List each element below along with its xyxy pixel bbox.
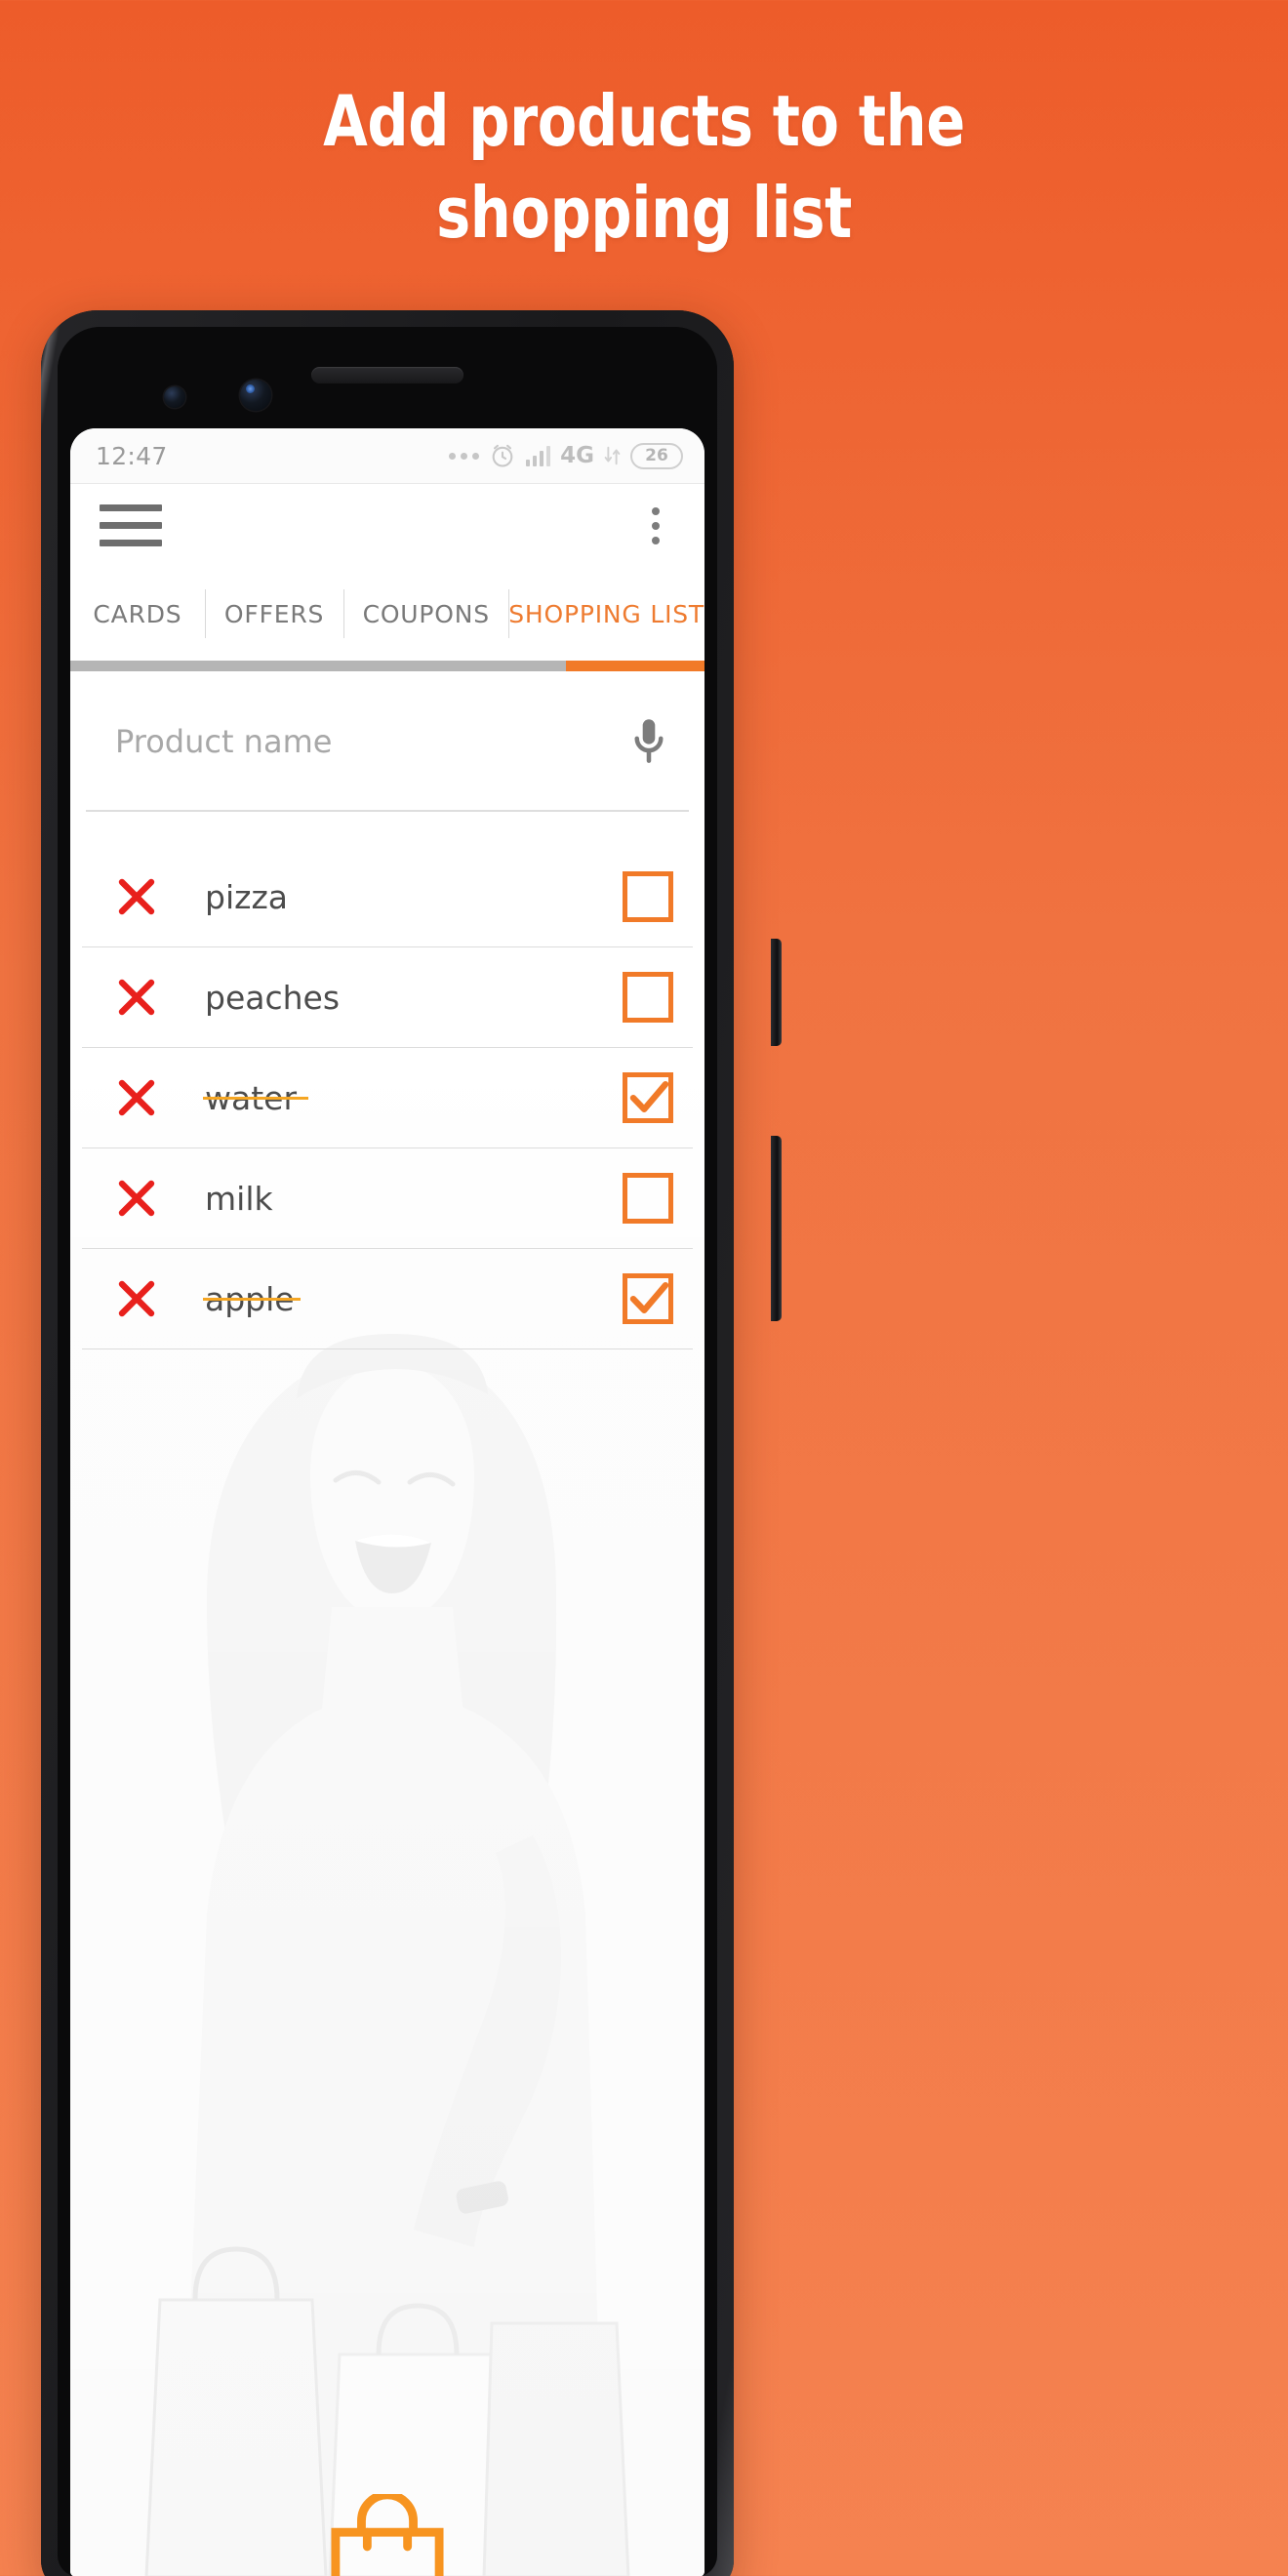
tab-offers[interactable]: OFFERS xyxy=(205,600,343,628)
phone-screen: 12:47 4G 26 CARDS OFFERS COUPONS SHOPPIN… xyxy=(70,428,704,2576)
list-item-checkbox[interactable] xyxy=(623,972,673,1023)
headline-line-2: shopping list xyxy=(436,172,852,254)
volume-button[interactable] xyxy=(771,1136,782,1321)
product-name-input[interactable]: Product name xyxy=(115,723,621,760)
list-item[interactable]: peaches xyxy=(70,947,704,1047)
shopping-list: pizza peaches water milk apple xyxy=(70,812,704,1349)
list-item-label: apple xyxy=(185,1280,623,1318)
delete-x-icon[interactable] xyxy=(113,1175,185,1222)
product-name-input-row[interactable]: Product name xyxy=(70,671,704,812)
app-bar xyxy=(70,483,704,567)
phone-device: 12:47 4G 26 CARDS OFFERS COUPONS SHOPPIN… xyxy=(41,310,782,2576)
list-divider xyxy=(82,1348,693,1349)
list-item[interactable]: water xyxy=(70,1048,704,1147)
shopping-bag-icon[interactable] xyxy=(330,2490,445,2576)
list-item[interactable]: milk xyxy=(70,1148,704,1248)
power-button[interactable] xyxy=(771,939,782,1046)
list-item-label: water xyxy=(185,1079,623,1117)
tab-shopping-list[interactable]: SHOPPING LIST xyxy=(508,600,704,628)
list-item-checkbox[interactable] xyxy=(623,1173,673,1224)
delete-x-icon[interactable] xyxy=(113,1074,185,1121)
status-bar: 12:47 4G 26 xyxy=(70,428,704,483)
tab-active-indicator xyxy=(566,661,704,671)
list-item-label: pizza xyxy=(205,877,288,916)
list-item-checkbox[interactable] xyxy=(623,1072,673,1123)
headline-line-1: Add products to the xyxy=(323,80,965,162)
signal-bars-icon xyxy=(525,445,551,466)
list-item-checkbox[interactable] xyxy=(623,1273,673,1324)
tab-cards[interactable]: CARDS xyxy=(70,600,205,628)
sensor-icon xyxy=(164,386,185,408)
earpiece-speaker xyxy=(311,367,463,383)
hamburger-menu-icon[interactable] xyxy=(100,504,162,546)
list-item-checkbox[interactable] xyxy=(623,871,673,922)
list-item-label: milk xyxy=(205,1179,273,1218)
battery-level-label: 26 xyxy=(645,446,668,465)
list-item[interactable]: pizza xyxy=(70,847,704,946)
tab-indicator-track xyxy=(70,661,704,671)
phone-top-sensors xyxy=(58,327,717,428)
page-title: Add products to the shopping list xyxy=(116,86,1172,248)
status-bar-time: 12:47 xyxy=(96,441,168,470)
delete-x-icon[interactable] xyxy=(113,974,185,1021)
network-type-label: 4G xyxy=(560,443,594,468)
data-transfer-icon xyxy=(604,445,621,466)
phone-bezel: 12:47 4G 26 CARDS OFFERS COUPONS SHOPPIN… xyxy=(58,327,717,2576)
checkmark-icon xyxy=(625,1274,672,1326)
battery-indicator: 26 xyxy=(630,442,683,469)
alarm-clock-icon xyxy=(489,442,516,469)
tab-coupons[interactable]: COUPONS xyxy=(343,600,508,628)
list-item-label: peaches xyxy=(205,978,341,1017)
delete-x-icon[interactable] xyxy=(113,873,185,920)
delete-x-icon[interactable] xyxy=(113,1275,185,1322)
status-bar-icons: 4G 26 xyxy=(448,442,683,469)
list-item[interactable]: apple xyxy=(70,1249,704,1348)
front-camera-icon xyxy=(240,380,271,411)
microphone-icon[interactable] xyxy=(621,714,677,769)
checkmark-icon xyxy=(625,1073,672,1125)
more-dots-icon xyxy=(448,452,479,460)
tab-bar: CARDS OFFERS COUPONS SHOPPING LIST xyxy=(70,567,704,661)
overflow-menu-icon[interactable] xyxy=(634,506,677,544)
